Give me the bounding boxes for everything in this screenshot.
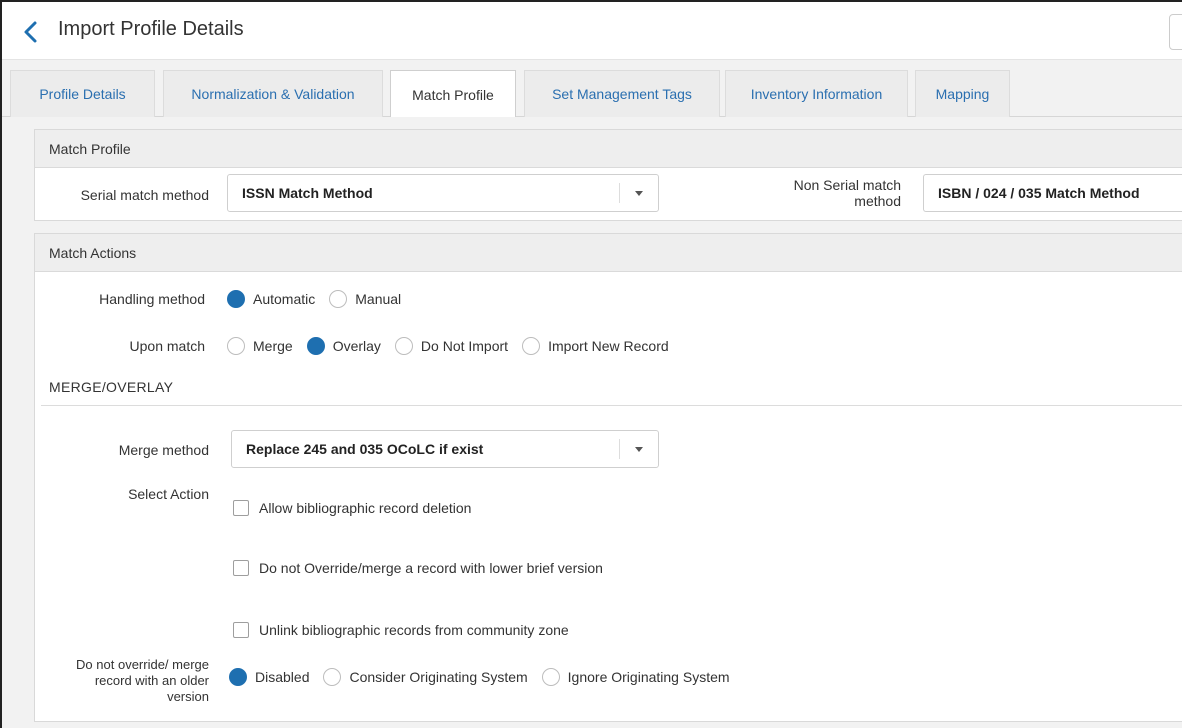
- panel-heading: Match Actions: [35, 234, 1182, 272]
- page-title: Import Profile Details: [58, 18, 244, 40]
- checkbox-icon: [233, 622, 249, 638]
- radio-label: Merge: [253, 338, 293, 354]
- non-serial-match-value: ISBN / 024 / 035 Match Method: [938, 185, 1140, 201]
- non-serial-match-label: Non Serial match method: [735, 177, 901, 209]
- checkbox-label: Do not Override/merge a record with lowe…: [259, 560, 603, 576]
- handling-method-label: Handling method: [99, 291, 205, 307]
- checkbox-icon: [233, 560, 249, 576]
- merge-method-select[interactable]: Replace 245 and 035 OCoLC if exist: [231, 430, 659, 468]
- radio-do-not-import[interactable]: Do Not Import: [394, 337, 509, 355]
- tab-normalization-validation[interactable]: Normalization & Validation: [163, 70, 383, 117]
- select-separator: [619, 183, 620, 203]
- radio-empty-icon: [329, 290, 348, 308]
- radio-label: Disabled: [255, 669, 310, 685]
- label-line: Do not override/ merge: [76, 657, 209, 672]
- radio-label: Manual: [355, 291, 402, 307]
- label-line: method: [854, 193, 901, 209]
- tab-mapping[interactable]: Mapping: [915, 70, 1010, 117]
- more-actions-button[interactable]: [1169, 14, 1182, 50]
- radio-merge[interactable]: Merge: [227, 337, 293, 355]
- tab-label: Set Management Tags: [552, 86, 692, 102]
- radio-selected-icon: [227, 290, 245, 308]
- radio-label: Ignore Originating System: [567, 669, 730, 685]
- tab-label: Inventory Information: [750, 86, 883, 102]
- radio-empty-icon: [323, 668, 342, 686]
- match-profile-panel: Match Profile Serial match method ISSN M…: [34, 129, 1182, 221]
- tab-label: Match Profile: [412, 86, 494, 103]
- radio-consider-originating[interactable]: Consider Originating System: [323, 668, 528, 686]
- upon-match-label: Upon match: [129, 338, 205, 354]
- section-divider: [41, 405, 1182, 406]
- checkbox-label: Unlink bibliographic records from commun…: [259, 622, 569, 638]
- older-version-label: Do not override/ merge record with an ol…: [37, 657, 209, 705]
- merge-method-value: Replace 245 and 035 OCoLC if exist: [246, 441, 484, 457]
- radio-overlay[interactable]: Overlay: [306, 337, 381, 355]
- older-version-radios: Disabled Consider Originating System Ign…: [229, 668, 744, 686]
- radio-empty-icon: [541, 668, 560, 686]
- checkbox-label: Allow bibliographic record deletion: [259, 500, 472, 516]
- page-header: Import Profile Details: [2, 2, 1182, 60]
- tab-label: Normalization & Validation: [191, 86, 355, 102]
- radio-label: Overlay: [332, 338, 381, 354]
- tab-match-profile[interactable]: Match Profile: [390, 70, 516, 118]
- match-actions-panel: Match Actions Handling method Automatic …: [34, 233, 1182, 722]
- radio-empty-icon: [394, 337, 413, 355]
- radio-empty-icon: [522, 337, 541, 355]
- chevron-down-icon: [635, 191, 643, 196]
- content-area: Match Profile Serial match method ISSN M…: [2, 117, 1182, 728]
- non-serial-match-select[interactable]: ISBN / 024 / 035 Match Method: [923, 174, 1182, 212]
- label-line: version: [167, 689, 209, 704]
- upon-match-radios: Merge Overlay Do Not Import Import New R…: [227, 337, 683, 355]
- radio-ignore-originating[interactable]: Ignore Originating System: [541, 668, 730, 686]
- radio-disabled[interactable]: Disabled: [229, 668, 309, 686]
- serial-match-label: Serial match method: [80, 187, 209, 203]
- radio-selected-icon: [229, 668, 247, 686]
- tab-set-management-tags[interactable]: Set Management Tags: [524, 70, 720, 117]
- radio-import-new-record[interactable]: Import New Record: [522, 337, 669, 355]
- chevron-down-icon: [635, 447, 643, 452]
- merge-method-label: Merge method: [118, 442, 209, 458]
- serial-match-select[interactable]: ISSN Match Method: [227, 174, 659, 212]
- label-line: record with an older: [94, 673, 209, 688]
- label-line: Non Serial match: [793, 177, 901, 193]
- radio-label: Do Not Import: [420, 338, 509, 354]
- tab-label: Mapping: [935, 86, 990, 102]
- select-separator: [619, 439, 620, 459]
- radio-label: Import New Record: [548, 338, 669, 354]
- radio-selected-icon: [306, 337, 325, 355]
- back-icon[interactable]: [22, 20, 40, 44]
- tab-profile-details[interactable]: Profile Details: [10, 70, 155, 117]
- radio-automatic[interactable]: Automatic: [227, 290, 315, 308]
- checkbox-icon: [233, 500, 249, 516]
- checkbox-unlink-community[interactable]: Unlink bibliographic records from commun…: [233, 622, 569, 638]
- select-action-label: Select Action: [128, 486, 209, 502]
- radio-manual[interactable]: Manual: [329, 290, 401, 308]
- radio-label: Consider Originating System: [349, 669, 528, 685]
- panel-heading: Match Profile: [35, 130, 1182, 168]
- serial-match-value: ISSN Match Method: [242, 185, 373, 201]
- radio-label: Automatic: [253, 291, 316, 307]
- merge-overlay-title: MERGE/OVERLAY: [49, 379, 174, 395]
- handling-method-radios: Automatic Manual: [227, 290, 415, 308]
- radio-empty-icon: [227, 337, 245, 355]
- tab-inventory-information[interactable]: Inventory Information: [725, 70, 908, 117]
- checkbox-allow-deletion[interactable]: Allow bibliographic record deletion: [233, 500, 471, 516]
- tab-label: Profile Details: [39, 86, 126, 102]
- checkbox-no-override-brief[interactable]: Do not Override/merge a record with lowe…: [233, 560, 603, 576]
- tabs-bar: Profile Details Normalization & Validati…: [2, 60, 1182, 118]
